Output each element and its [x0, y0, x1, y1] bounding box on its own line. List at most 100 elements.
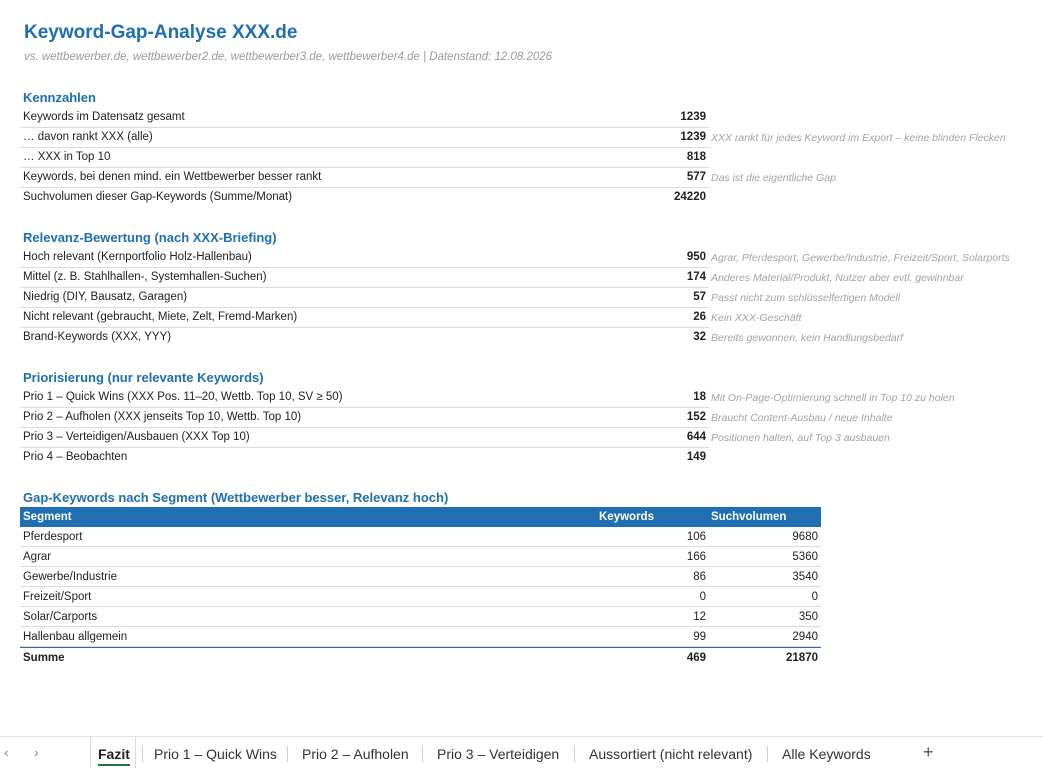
table-row[interactable]: Gewerbe/Industrie 86 3540 [20, 567, 821, 587]
cell-keywords: 106 [686, 531, 706, 543]
row-note: Braucht Content-Ausbau / neue Inhalte [711, 412, 893, 424]
cell-sum-label: Summe [23, 652, 65, 664]
row-note: Positionen halten, auf Top 3 ausbauen [711, 432, 890, 444]
row-value: 24220 [674, 191, 706, 203]
tab-alle-keywords[interactable]: Alle Keywords [782, 746, 871, 762]
row-note: Passt nicht zum schlüsselfertigen Modell [711, 292, 901, 304]
row-label: Nicht relevant (gebraucht, Miete, Zelt, … [23, 311, 298, 323]
relevanz-row[interactable]: Nicht relevant (gebraucht, Miete, Zelt, … [20, 308, 709, 328]
cell-keywords: 99 [693, 631, 706, 643]
section-relevanz-heading: Relevanz-Bewertung (nach XXX-Briefing) [23, 230, 277, 245]
kennzahlen-row[interactable]: … davon rankt XXX (alle) 1239 [20, 128, 709, 148]
kennzahlen-row[interactable]: Keywords, bei denen mind. ein Wettbewerb… [20, 168, 709, 188]
relevanz-row[interactable]: Mittel (z. B. Stahlhallen-, Systemhallen… [20, 268, 709, 288]
scroll-tabs-left-icon[interactable]: ‹ [4, 744, 9, 760]
row-label: Niedrig (DIY, Bausatz, Garagen) [23, 291, 188, 303]
cell-sum-keywords: 469 [686, 652, 706, 664]
kennzahlen-row[interactable]: Keywords im Datensatz gesamt 1239 [20, 108, 709, 128]
cell-keywords: 0 [699, 591, 706, 603]
table-row[interactable]: Pferdesport 106 9680 [20, 527, 821, 547]
cell-suchvolumen: 0 [811, 591, 818, 603]
row-value: 57 [693, 291, 706, 303]
row-value: 1239 [680, 131, 706, 143]
row-note: Anderes Material/Produkt, Nutzer aber ev… [711, 272, 964, 284]
row-value: 577 [686, 171, 706, 183]
table-row[interactable]: Agrar 166 5360 [20, 547, 821, 567]
row-value: 818 [686, 151, 706, 163]
row-note: Mit On-Page-Optimierung schnell in Top 1… [711, 392, 955, 404]
row-label: Prio 3 – Verteidigen/Ausbauen (XXX Top 1… [23, 431, 250, 443]
cell-keywords: 12 [693, 611, 706, 623]
cell-suchvolumen: 5360 [792, 551, 818, 563]
scroll-tabs-right-icon[interactable]: › [34, 744, 39, 760]
cell-segment: Freizeit/Sport [23, 591, 92, 603]
tab-prio-2-aufholen[interactable]: Prio 2 – Aufholen [302, 746, 409, 762]
table-header: Segment Keywords Suchvolumen [20, 507, 821, 527]
prio-row[interactable]: Prio 3 – Verteidigen/Ausbauen (XXX Top 1… [20, 428, 709, 448]
section-kennzahlen-heading: Kennzahlen [23, 90, 96, 105]
row-label: Hoch relevant (Kernportfolio Holz-Hallen… [23, 251, 252, 263]
row-value: 26 [693, 311, 706, 323]
row-value: 950 [686, 251, 706, 263]
cell-suchvolumen: 350 [798, 611, 818, 623]
add-sheet-icon[interactable]: + [923, 742, 934, 763]
cell-segment: Agrar [23, 551, 52, 563]
tab-prio-3-verteidigen[interactable]: Prio 3 – Verteidigen [437, 746, 559, 762]
prio-row[interactable]: Prio 4 – Beobachten 149 [20, 448, 709, 468]
tab-separator [574, 746, 575, 762]
relevanz-row[interactable]: Hoch relevant (Kernportfolio Holz-Hallen… [20, 248, 709, 268]
cell-keywords: 166 [686, 551, 706, 563]
tab-fazit[interactable]: Fazit [98, 746, 130, 766]
sheet-tab-bar: ‹ › Fazit Prio 1 – Quick Wins Prio 2 – A… [0, 736, 1043, 768]
tab-aussortiert[interactable]: Aussortiert (nicht relevant) [589, 746, 752, 762]
table-row[interactable]: Solar/Carports 12 350 [20, 607, 821, 627]
tab-separator [767, 746, 768, 762]
relevanz-row[interactable]: Niedrig (DIY, Bausatz, Garagen) 57 [20, 288, 709, 308]
row-value: 174 [686, 271, 706, 283]
cell-segment: Hallenbau allgemein [23, 631, 128, 643]
row-note: Das ist die eigentliche Gap [711, 172, 836, 184]
row-value: 1239 [680, 111, 706, 123]
row-label: Prio 1 – Quick Wins (XXX Pos. 11–20, Wet… [23, 391, 343, 403]
row-value: 32 [693, 331, 706, 343]
section-prio-heading: Priorisierung (nur relevante Keywords) [23, 370, 264, 385]
tab-separator [287, 746, 288, 762]
row-value: 18 [693, 391, 706, 403]
header-keywords[interactable]: Keywords [599, 511, 654, 523]
row-value: 149 [686, 451, 706, 463]
worksheet[interactable]: Keyword-Gap-Analyse XXX.de vs. wettbewer… [0, 0, 1043, 736]
prio-row[interactable]: Prio 2 – Aufholen (XXX jenseits Top 10, … [20, 408, 709, 428]
table-row[interactable]: Freizeit/Sport 0 0 [20, 587, 821, 607]
row-value: 152 [686, 411, 706, 423]
table-row[interactable]: Hallenbau allgemein 99 2940 [20, 627, 821, 647]
row-label: Suchvolumen dieser Gap-Keywords (Summe/M… [23, 191, 293, 203]
kennzahlen-row[interactable]: … XXX in Top 10 818 [20, 148, 709, 168]
row-label: Prio 4 – Beobachten [23, 451, 128, 463]
kennzahlen-row[interactable]: Suchvolumen dieser Gap-Keywords (Summe/M… [20, 188, 709, 208]
tab-prio-1-quick-wins[interactable]: Prio 1 – Quick Wins [154, 746, 277, 762]
row-value: 644 [686, 431, 706, 443]
tab-separator [422, 746, 423, 762]
report-title: Keyword-Gap-Analyse XXX.de [24, 22, 298, 43]
row-label: Keywords im Datensatz gesamt [23, 111, 185, 123]
row-label: Brand-Keywords (XXX, YYY) [23, 331, 172, 343]
header-suchvolumen[interactable]: Suchvolumen [711, 511, 786, 523]
prio-row[interactable]: Prio 1 – Quick Wins (XXX Pos. 11–20, Wet… [20, 388, 709, 408]
cell-suchvolumen: 3540 [792, 571, 818, 583]
row-label: Mittel (z. B. Stahlhallen-, Systemhallen… [23, 271, 267, 283]
header-segment[interactable]: Segment [23, 511, 72, 523]
row-label: … davon rankt XXX (alle) [23, 131, 153, 143]
row-note: XXX rankt für jedes Keyword im Export – … [711, 132, 1006, 144]
relevanz-row[interactable]: Brand-Keywords (XXX, YYY) 32 [20, 328, 709, 348]
cell-suchvolumen: 9680 [792, 531, 818, 543]
cell-segment: Gewerbe/Industrie [23, 571, 117, 583]
cell-suchvolumen: 2940 [792, 631, 818, 643]
row-label: … XXX in Top 10 [23, 151, 111, 163]
row-label: Keywords, bei denen mind. ein Wettbewerb… [23, 171, 322, 183]
segment-table: Segment Keywords Suchvolumen Pferdesport… [20, 507, 821, 667]
table-sum-row[interactable]: Summe 469 21870 [20, 647, 821, 667]
row-note: Agrar, Pferdesport, Gewerbe/Industrie, F… [711, 252, 1010, 264]
report-subtitle: vs. wettbewerber.de, wettbewerber2.de, w… [24, 51, 553, 63]
row-note: Bereits gewonnen, kein Handlungsbedarf [711, 332, 904, 344]
row-label: Prio 2 – Aufholen (XXX jenseits Top 10, … [23, 411, 302, 423]
